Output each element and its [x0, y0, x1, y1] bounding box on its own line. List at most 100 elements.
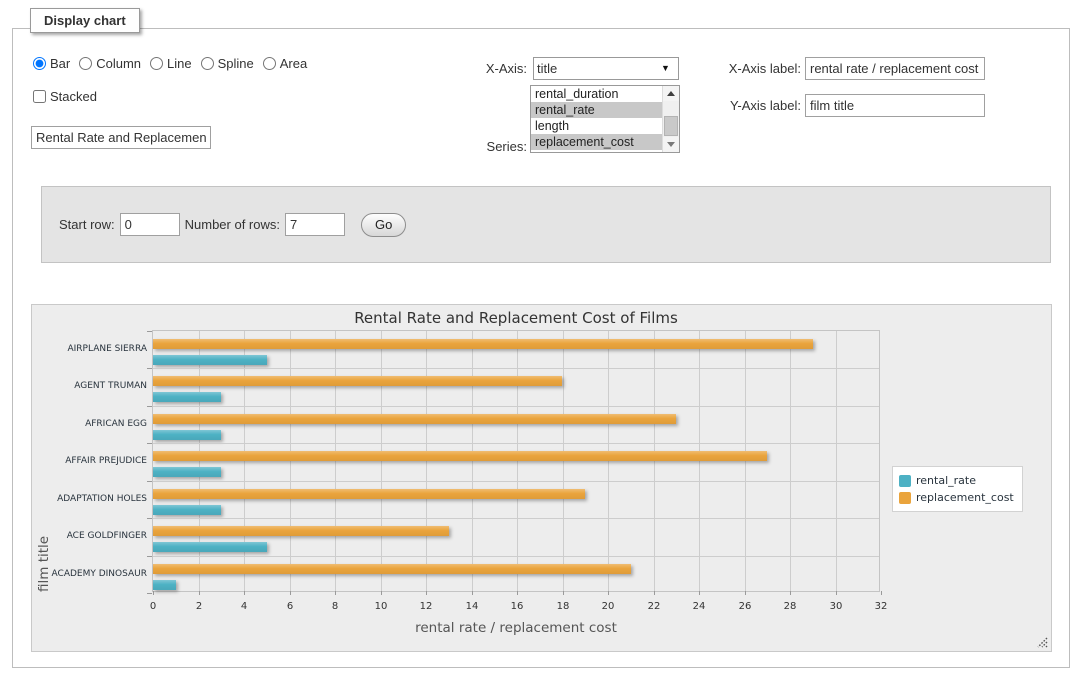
x-axis-tick: [654, 591, 655, 595]
bar-rental_rate[interactable]: [153, 505, 221, 515]
x-axis-tick: [517, 591, 518, 595]
gridline-x: [335, 331, 336, 591]
x-tick-label: 26: [739, 601, 752, 612]
x-axis-tick: [472, 591, 473, 595]
chart-type-option-area[interactable]: Area: [263, 56, 307, 71]
legend-item-replacement_cost[interactable]: replacement_cost: [899, 489, 1014, 506]
arrow-up-icon: [667, 91, 675, 96]
y-axis-tick: [147, 368, 152, 369]
chart-type-label: Area: [280, 56, 307, 71]
y-axis-tick: [147, 593, 152, 594]
bar-rental_rate[interactable]: [153, 542, 267, 552]
y-axis-tick: [147, 481, 152, 482]
chart-type-radio-line[interactable]: [150, 57, 163, 70]
x-axis-tick: [335, 591, 336, 595]
chart-type-label: Column: [96, 56, 141, 71]
gridline-x: [608, 331, 609, 591]
x-tick-label: 30: [830, 601, 843, 612]
bar-rental_rate[interactable]: [153, 430, 221, 440]
chart-type-radio-bar[interactable]: [33, 57, 46, 70]
bar-replacement_cost[interactable]: [153, 526, 449, 536]
stacked-option[interactable]: Stacked: [33, 89, 97, 104]
x-axis-select[interactable]: title: [533, 57, 679, 80]
x-axis-tick: [563, 591, 564, 595]
gridline-y: [153, 443, 879, 444]
gridline-y: [153, 518, 879, 519]
x-axis-tick: [699, 591, 700, 595]
gridline-x: [790, 331, 791, 591]
start-row-input[interactable]: [120, 213, 180, 236]
chart-title-input[interactable]: [31, 126, 211, 149]
chart-type-option-spline[interactable]: Spline: [201, 56, 254, 71]
x-axis-tick: [199, 591, 200, 595]
stacked-label: Stacked: [50, 89, 97, 104]
scrollbar-down-button[interactable]: [663, 137, 679, 152]
bar-replacement_cost[interactable]: [153, 376, 562, 386]
stacked-checkbox[interactable]: [33, 90, 46, 103]
x-axis-label-input[interactable]: [805, 57, 985, 80]
resize-grip-icon[interactable]: [1037, 637, 1048, 648]
legend-swatch: [899, 475, 911, 487]
chart-type-radio-column[interactable]: [79, 57, 92, 70]
series-option-length[interactable]: length: [531, 118, 662, 134]
bar-replacement_cost[interactable]: [153, 564, 631, 574]
chart-type-radio-area[interactable]: [263, 57, 276, 70]
x-tick-label: 28: [784, 601, 797, 612]
x-tick-label: 6: [287, 601, 293, 612]
chart-type-option-line[interactable]: Line: [150, 56, 192, 71]
chart-type-radio-group: Bar Column Line Spline Area: [33, 56, 316, 71]
bar-rental_rate[interactable]: [153, 392, 221, 402]
y-axis-label-input[interactable]: [805, 94, 985, 117]
series-scrollbar[interactable]: [662, 86, 679, 152]
series-options: rental_durationrental_ratelengthreplacem…: [531, 86, 662, 150]
x-axis-tick: [790, 591, 791, 595]
start-row-label: Start row:: [59, 217, 115, 232]
x-tick-label: 12: [420, 601, 433, 612]
bar-rental_rate[interactable]: [153, 580, 176, 590]
series-option-rental_rate[interactable]: rental_rate: [531, 102, 662, 118]
gridline-y: [153, 481, 879, 482]
legend-item-rental_rate[interactable]: rental_rate: [899, 472, 1014, 489]
bar-replacement_cost[interactable]: [153, 339, 813, 349]
bar-rental_rate[interactable]: [153, 355, 267, 365]
x-axis-select-label: X-Axis:: [427, 61, 527, 76]
bar-replacement_cost[interactable]: [153, 489, 585, 499]
chart-title: Rental Rate and Replacement Cost of Film…: [152, 309, 880, 327]
x-axis-tick: [290, 591, 291, 595]
page: { "panel": { "legend": "Display chart" }…: [0, 0, 1081, 681]
chart-type-option-bar[interactable]: Bar: [33, 56, 70, 71]
scrollbar-up-button[interactable]: [663, 86, 679, 101]
gridline-x: [836, 331, 837, 591]
x-axis-tick: [836, 591, 837, 595]
gridline-y: [153, 406, 879, 407]
bar-rental_rate[interactable]: [153, 467, 221, 477]
category-label: AGENT TRUMAN: [50, 381, 147, 392]
series-select-label: Series:: [427, 139, 527, 154]
chart-type-option-column[interactable]: Column: [79, 56, 141, 71]
gridline-x: [654, 331, 655, 591]
x-tick-label: 10: [375, 601, 388, 612]
gridline-x: [563, 331, 564, 591]
x-tick-label: 14: [466, 601, 479, 612]
series-option-rental_duration[interactable]: rental_duration: [531, 86, 662, 102]
x-tick-label: 4: [241, 601, 247, 612]
x-tick-label: 32: [875, 601, 888, 612]
display-chart-fieldset: Display chart BarColumnLineSplineArea St…: [12, 28, 1070, 668]
gridline-x: [381, 331, 382, 591]
category-label: AFFAIR PREJUDICE: [50, 456, 147, 467]
go-button[interactable]: Go: [361, 213, 406, 237]
y-axis-tick: [147, 331, 152, 332]
chart-type-radio-spline[interactable]: [201, 57, 214, 70]
series-listbox[interactable]: rental_durationrental_ratelengthreplacem…: [530, 85, 680, 153]
legend-label: replacement_cost: [916, 491, 1014, 504]
plot-area: [152, 330, 880, 592]
bar-replacement_cost[interactable]: [153, 451, 767, 461]
num-rows-input[interactable]: [285, 213, 345, 236]
y-axis-tick: [147, 443, 152, 444]
scrollbar-thumb[interactable]: [664, 116, 678, 136]
series-option-replacement_cost[interactable]: replacement_cost: [531, 134, 662, 150]
chart-type-label: Bar: [50, 56, 70, 71]
legend-swatch: [899, 492, 911, 504]
gridline-x: [290, 331, 291, 591]
bar-replacement_cost[interactable]: [153, 414, 676, 424]
